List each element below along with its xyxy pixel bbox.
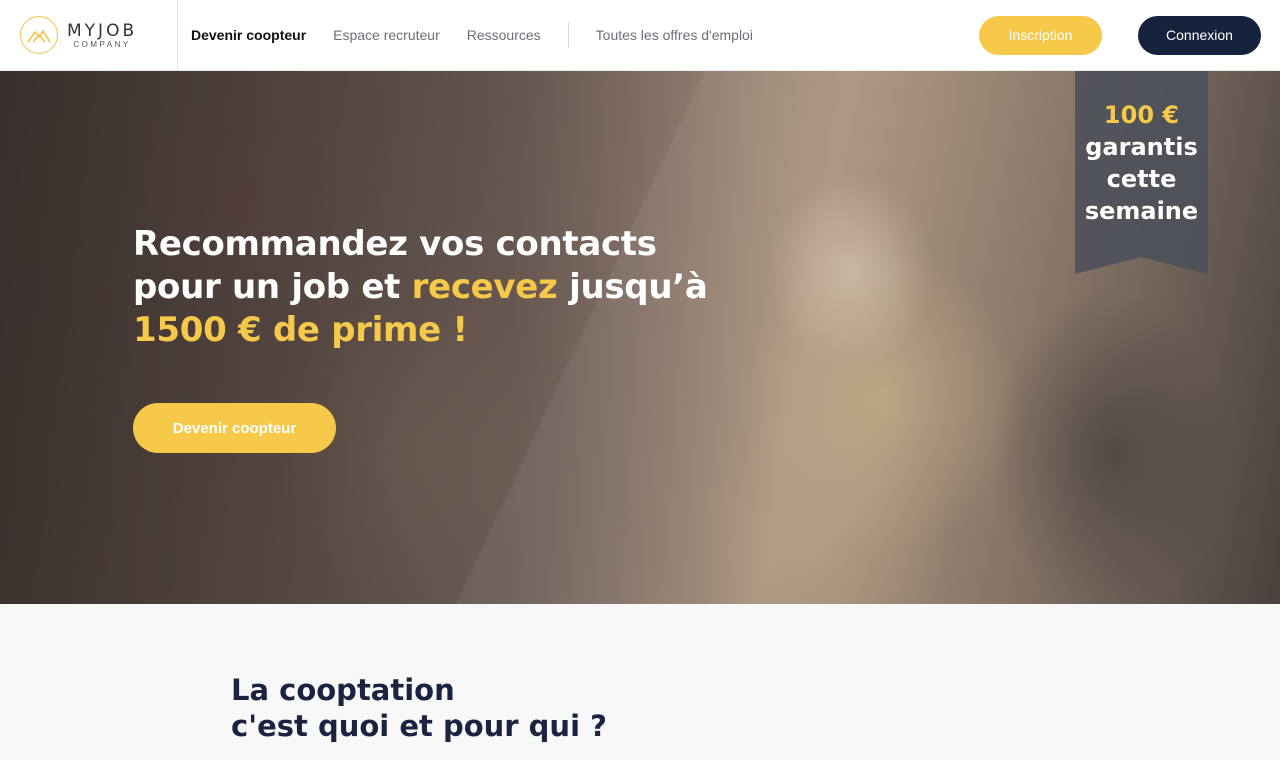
nav-item-ressources[interactable]: Ressources [467, 27, 541, 43]
hero-title-highlight: recevez [411, 267, 558, 307]
section-title: La cooptation c'est quoi et pour qui ? [231, 672, 607, 744]
hero-content: Recommandez vos contacts pour un job et … [133, 223, 753, 352]
bonus-ribbon-badge: 100 € garantis cette semaine [1075, 71, 1208, 274]
logo-mountain-icon [20, 16, 58, 54]
hero-title-line-2c: jusqu’à [557, 267, 708, 307]
badge-line-2: cette [1106, 165, 1177, 193]
about-section: La cooptation c'est quoi et pour qui ? [0, 604, 1280, 760]
top-navbar: MYJOB COMPANY Devenir coopteur Espace re… [0, 0, 1280, 71]
hero-title-line-1: Recommandez vos contacts [133, 224, 657, 264]
nav-actions: Inscription Connexion [979, 15, 1280, 55]
nav-item-devenir-coopteur[interactable]: Devenir coopteur [191, 27, 306, 43]
hero-title: Recommandez vos contacts pour un job et … [133, 223, 753, 352]
logo-name: MYJOB [67, 21, 138, 41]
badge-amount: 100 € [1103, 101, 1180, 129]
section-title-line-1: La cooptation [231, 673, 455, 707]
hero-title-line-2a: pour un job et [133, 267, 412, 307]
section-title-line-2: c'est quoi et pour qui ? [231, 709, 607, 743]
nav-item-espace-recruteur[interactable]: Espace recruteur [333, 27, 440, 43]
nav-links: Devenir coopteur Espace recruteur Ressou… [191, 0, 780, 70]
badge-line-1: garantis [1085, 133, 1198, 161]
become-coopteur-button[interactable]: Devenir coopteur [133, 403, 336, 453]
logo-sub: COMPANY [73, 40, 131, 49]
nav-item-all-offers[interactable]: Toutes les offres d'emploi [596, 27, 753, 43]
logo[interactable]: MYJOB COMPANY [0, 0, 178, 71]
hero-title-line-3: 1500 € de prime ! [133, 310, 468, 350]
badge-line-3: semaine [1084, 197, 1199, 225]
nav-divider [567, 22, 569, 48]
login-button[interactable]: Connexion [1138, 15, 1261, 55]
hero-banner: Recommandez vos contacts pour un job et … [0, 71, 1280, 604]
signup-button[interactable]: Inscription [979, 15, 1102, 55]
